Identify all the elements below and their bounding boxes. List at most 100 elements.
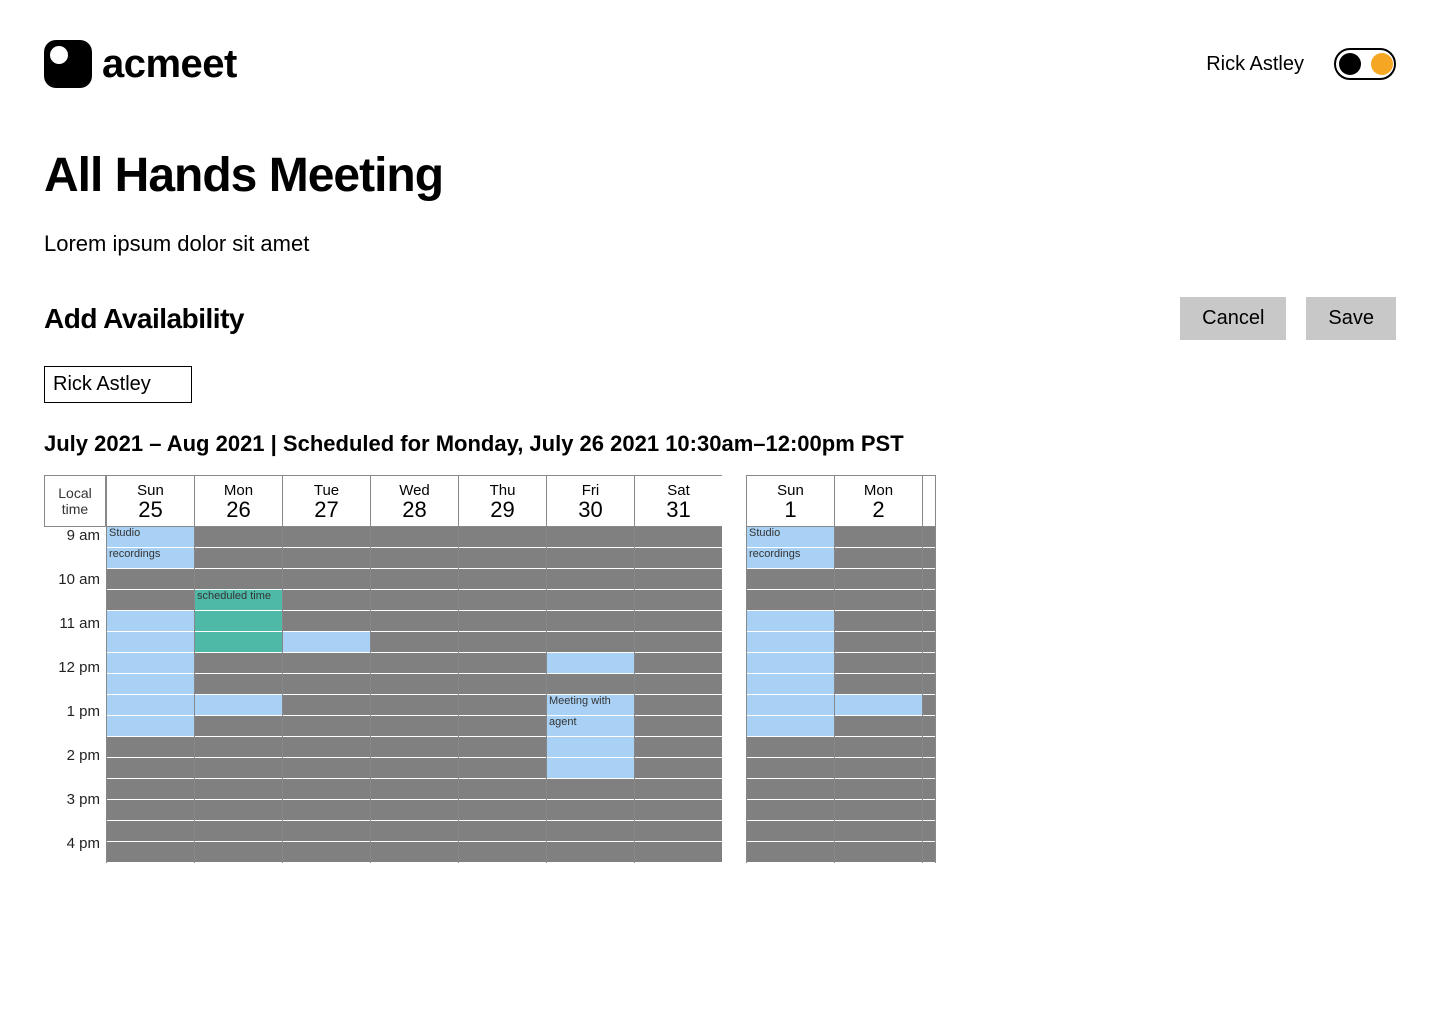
time-slot[interactable] xyxy=(835,779,922,800)
time-slot[interactable] xyxy=(107,800,194,821)
time-slot[interactable] xyxy=(923,800,935,821)
time-slot[interactable] xyxy=(107,695,194,716)
time-slot[interactable] xyxy=(923,842,935,863)
time-slot[interactable] xyxy=(459,842,546,863)
time-slot[interactable] xyxy=(283,611,370,632)
time-slot[interactable] xyxy=(635,632,722,653)
time-slot[interactable] xyxy=(923,527,935,548)
time-slot[interactable] xyxy=(459,590,546,611)
time-slot[interactable] xyxy=(459,695,546,716)
time-slot[interactable] xyxy=(283,569,370,590)
time-slot[interactable] xyxy=(547,569,634,590)
time-slot[interactable] xyxy=(747,590,834,611)
time-slot[interactable] xyxy=(107,653,194,674)
time-slot[interactable] xyxy=(371,758,458,779)
time-slot[interactable] xyxy=(195,632,282,653)
time-slot[interactable] xyxy=(923,674,935,695)
time-slot[interactable] xyxy=(547,758,634,779)
time-slot[interactable] xyxy=(747,737,834,758)
time-slot[interactable] xyxy=(371,821,458,842)
time-slot[interactable] xyxy=(371,611,458,632)
time-slot[interactable] xyxy=(547,653,634,674)
time-slot[interactable] xyxy=(835,737,922,758)
time-slot[interactable] xyxy=(371,674,458,695)
time-slot[interactable] xyxy=(107,611,194,632)
time-slot[interactable] xyxy=(283,590,370,611)
time-slot[interactable] xyxy=(547,527,634,548)
time-slot[interactable] xyxy=(747,674,834,695)
time-slot[interactable] xyxy=(195,674,282,695)
save-button[interactable]: Save xyxy=(1306,297,1396,340)
time-slot[interactable] xyxy=(107,758,194,779)
time-slot[interactable]: recordings xyxy=(747,548,834,569)
time-slot[interactable] xyxy=(635,821,722,842)
time-slot[interactable] xyxy=(835,842,922,863)
time-slot[interactable] xyxy=(107,674,194,695)
time-slot[interactable] xyxy=(371,695,458,716)
time-slot[interactable] xyxy=(283,758,370,779)
time-slot[interactable] xyxy=(547,590,634,611)
time-slot[interactable] xyxy=(747,569,834,590)
time-slot[interactable] xyxy=(283,653,370,674)
time-slot[interactable] xyxy=(459,737,546,758)
time-slot[interactable] xyxy=(195,569,282,590)
time-slot[interactable]: Studio xyxy=(107,527,194,548)
time-slot[interactable] xyxy=(459,611,546,632)
time-slot[interactable] xyxy=(195,527,282,548)
time-slot[interactable] xyxy=(747,842,834,863)
time-slot[interactable] xyxy=(547,632,634,653)
time-slot[interactable] xyxy=(283,632,370,653)
time-slot[interactable] xyxy=(283,716,370,737)
time-slot[interactable] xyxy=(835,695,922,716)
time-slot[interactable] xyxy=(923,821,935,842)
time-slot[interactable] xyxy=(195,695,282,716)
time-slot[interactable] xyxy=(547,800,634,821)
time-slot[interactable] xyxy=(835,758,922,779)
time-slot[interactable] xyxy=(195,800,282,821)
time-slot[interactable] xyxy=(547,548,634,569)
time-slot[interactable] xyxy=(923,737,935,758)
time-slot[interactable] xyxy=(371,800,458,821)
time-slot[interactable] xyxy=(635,527,722,548)
time-slot[interactable] xyxy=(923,695,935,716)
time-slot[interactable] xyxy=(923,632,935,653)
time-slot[interactable] xyxy=(635,548,722,569)
time-slot[interactable] xyxy=(747,611,834,632)
time-slot[interactable] xyxy=(371,569,458,590)
time-slot[interactable] xyxy=(747,716,834,737)
time-slot[interactable] xyxy=(923,590,935,611)
time-slot[interactable] xyxy=(195,716,282,737)
time-slot[interactable] xyxy=(283,779,370,800)
time-slot[interactable] xyxy=(547,674,634,695)
calendar-grid[interactable]: Sun25StudiorecordingsMon26scheduled time… xyxy=(106,475,944,879)
time-slot[interactable] xyxy=(635,674,722,695)
time-slot[interactable] xyxy=(747,695,834,716)
time-slot[interactable] xyxy=(371,653,458,674)
time-slot[interactable]: Studio xyxy=(747,527,834,548)
time-slot[interactable] xyxy=(107,779,194,800)
time-slot[interactable] xyxy=(371,842,458,863)
time-slot[interactable] xyxy=(923,611,935,632)
time-slot[interactable] xyxy=(635,758,722,779)
time-slot[interactable] xyxy=(835,674,922,695)
time-slot[interactable] xyxy=(747,779,834,800)
time-slot[interactable] xyxy=(923,653,935,674)
time-slot[interactable] xyxy=(635,737,722,758)
time-slot[interactable] xyxy=(835,716,922,737)
time-slot[interactable] xyxy=(923,569,935,590)
time-slot[interactable] xyxy=(635,590,722,611)
time-slot[interactable] xyxy=(283,548,370,569)
time-slot[interactable] xyxy=(283,800,370,821)
time-slot[interactable] xyxy=(923,548,935,569)
time-slot[interactable] xyxy=(747,800,834,821)
time-slot[interactable] xyxy=(459,821,546,842)
time-slot[interactable] xyxy=(371,527,458,548)
time-slot[interactable] xyxy=(107,842,194,863)
time-slot[interactable] xyxy=(747,758,834,779)
time-slot[interactable] xyxy=(547,821,634,842)
time-slot[interactable] xyxy=(195,821,282,842)
time-slot[interactable] xyxy=(107,737,194,758)
time-slot[interactable] xyxy=(635,779,722,800)
time-slot[interactable] xyxy=(835,800,922,821)
cancel-button[interactable]: Cancel xyxy=(1180,297,1286,340)
